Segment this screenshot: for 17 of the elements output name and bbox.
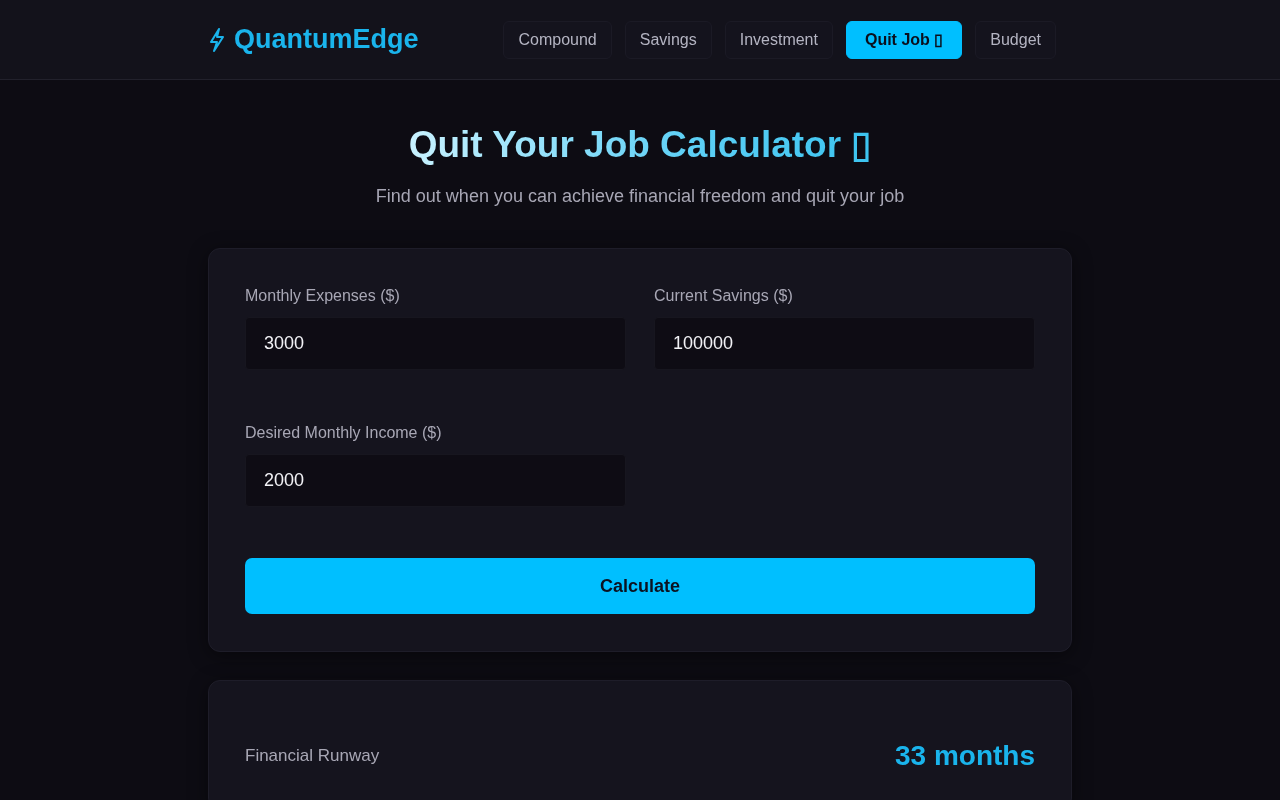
calculate-button[interactable]: Calculate bbox=[245, 558, 1035, 614]
nav-tab[interactable]: Savings bbox=[624, 20, 712, 59]
nav-tab[interactable]: Budget bbox=[975, 20, 1056, 59]
lightning-icon bbox=[208, 27, 226, 52]
number-input[interactable]: 3000 bbox=[245, 317, 626, 370]
result-label: Financial Runway bbox=[245, 746, 380, 766]
nav-tab[interactable]: Quit Job ▯ bbox=[845, 20, 963, 59]
number-input[interactable]: 100000 bbox=[654, 317, 1035, 370]
nav-tab[interactable]: Investment bbox=[724, 20, 833, 59]
number-input[interactable]: 2000 bbox=[245, 454, 626, 507]
logo-text: QuantumEdge bbox=[234, 24, 419, 55]
page-subtitle: Find out when you can achieve financial freedom and quit your job bbox=[375, 186, 905, 207]
field-label: Current Savings ($) bbox=[654, 286, 794, 305]
result-value: 33 months bbox=[894, 740, 1035, 772]
field-label: Desired Monthly Income ($) bbox=[245, 423, 443, 442]
field-label: Monthly Expenses ($) bbox=[245, 286, 401, 305]
nav-tab[interactable]: Compound bbox=[503, 20, 612, 59]
